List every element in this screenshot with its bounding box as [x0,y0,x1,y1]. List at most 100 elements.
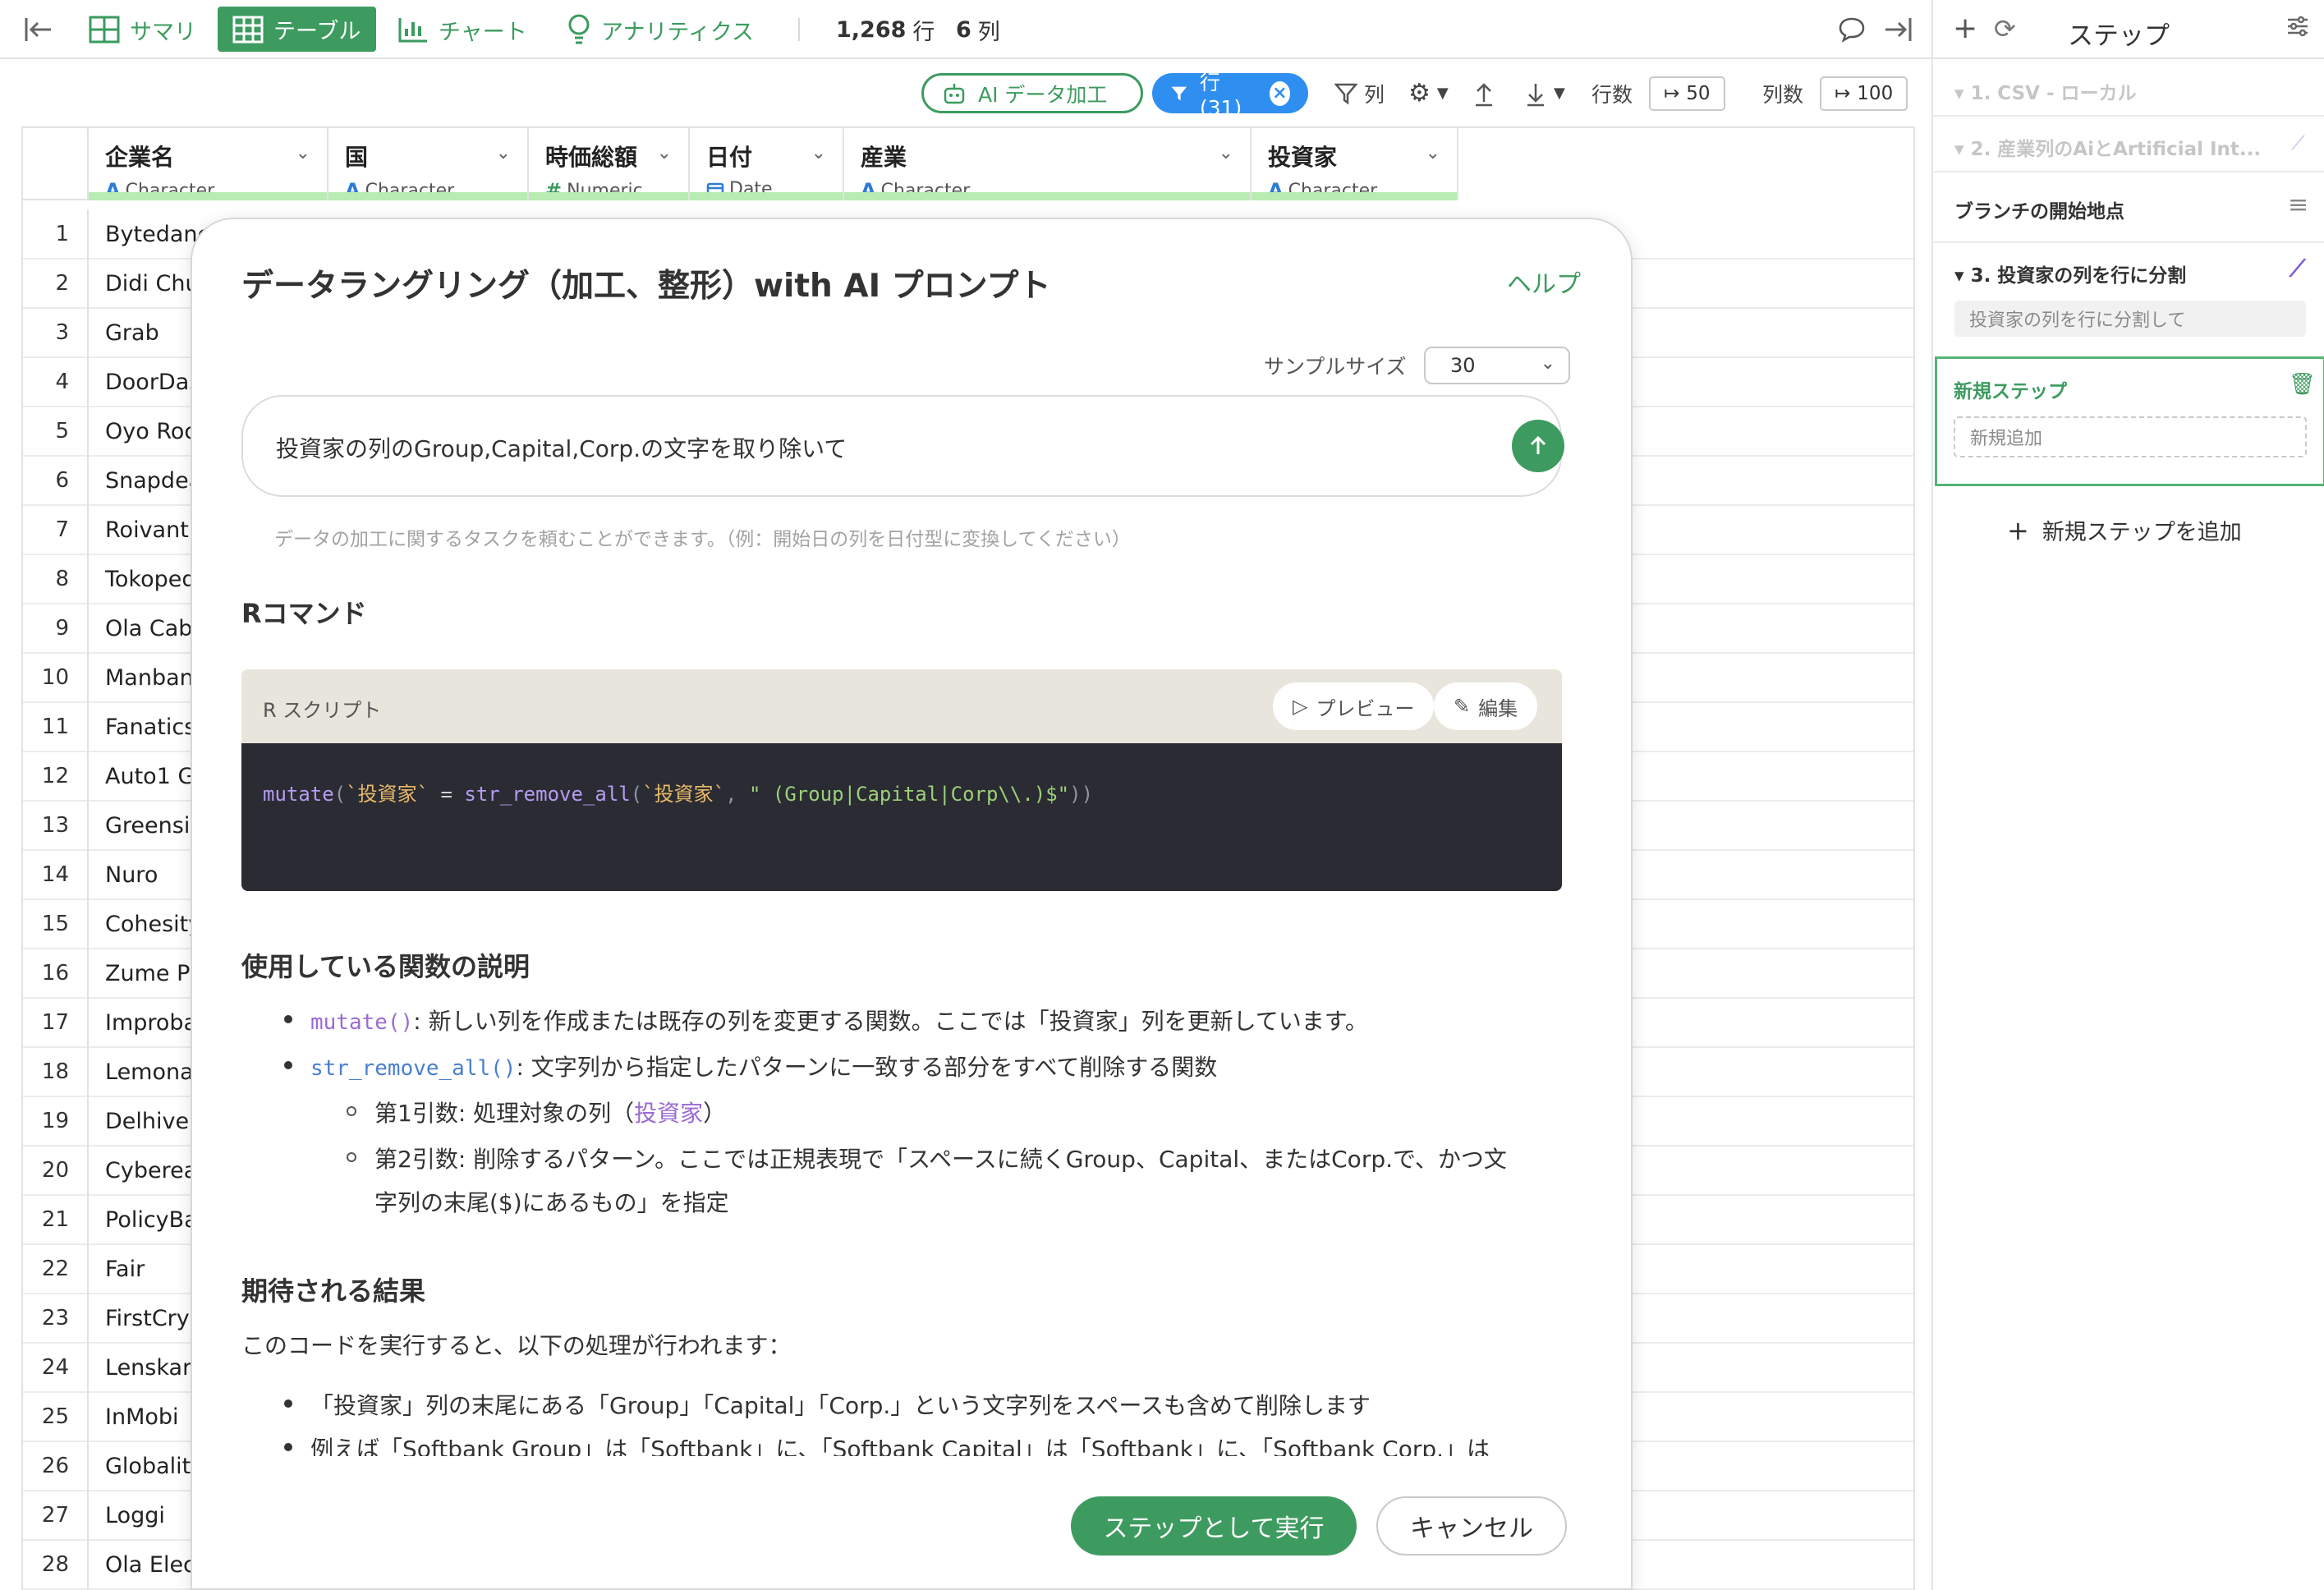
ai-data-wrangling-button[interactable]: AI データ加工 [921,73,1143,113]
help-link[interactable]: ヘルプ [1507,264,1581,300]
result-item-text: 例えば「Softbank Group」は「Softbank」に、「Softban… [310,1436,1490,1456]
upload-icon[interactable] [1472,73,1495,113]
sample-size-select[interactable]: 30 ⌄ [1424,347,1570,384]
row-number: 2 [23,259,89,308]
collapse-right-icon[interactable] [1882,0,1915,59]
run-as-step-button[interactable]: ステップとして実行 [1071,1496,1357,1556]
cell-company[interactable]: Fair [89,1257,145,1282]
code-comma: , [725,783,749,806]
add-icon[interactable]: + [1953,11,1977,45]
code-block[interactable]: mutate(`投資家` = str_remove_all(`投資家`, " (… [241,743,1562,891]
code-fn: str_remove_all [464,783,631,806]
cell-company[interactable]: Tokoped [89,567,196,592]
cell-company[interactable]: PolicyBa [89,1207,198,1233]
chevron-down-icon[interactable]: ⌄ [1426,143,1440,163]
cell-company[interactable]: Didi Chu [89,271,200,296]
menu-icon[interactable]: ≡ [2288,191,2308,219]
new-step-card[interactable]: 新規ステップ 🗑 新規追加 [1935,356,2324,486]
branch-start[interactable]: ブランチの開始地点 ≡ [1933,172,2324,243]
cell-company[interactable]: Globality [89,1454,204,1479]
column-header-company[interactable]: 企業名 A Character ⌄ [89,128,328,202]
download-dropdown[interactable]: ▼ [1524,73,1565,113]
row-number: 13 [23,801,89,850]
cell-company[interactable]: Greensill [89,813,202,839]
collapse-left-icon[interactable] [21,0,54,59]
column-name: 企業名 [105,144,175,171]
cell-company[interactable]: Cyberea [89,1158,197,1183]
cell-company[interactable]: Lenskart [89,1355,200,1381]
str-remove-all-description: : 文字列から指定したパターンに一致する部分をすべて削除する関数 [516,1054,1218,1081]
cell-company[interactable]: Loggi [89,1503,165,1528]
cell-company[interactable]: Grab [89,320,159,346]
magic-wand-icon[interactable]: ⟋ [2290,255,2306,283]
refresh-icon[interactable]: ⟳ [1994,13,2016,44]
step-1[interactable]: ▾ 1. CSV - ローカル [1933,61,2324,117]
step-3[interactable]: ▾ 3. 投資家の列を行に分割 ⟋ 投資家の列を行に分割して [1933,243,2324,356]
cell-company[interactable]: Bytedanc [89,222,209,247]
tab-analytics-label: アナリティクス [601,19,755,45]
cell-company[interactable]: DoorDas [89,370,200,395]
column-header-date[interactable]: 日付 Date ⌄ [690,128,844,200]
comment-icon[interactable] [1838,0,1866,59]
cell-company[interactable]: Ola Elect [89,1552,204,1578]
trash-icon[interactable]: 🗑 [2289,372,2316,397]
column-header-industry[interactable]: 産業 A Character ⌄ [844,128,1252,202]
cell-company[interactable]: Ola Cabs [89,616,204,641]
prompt-hint: データの加工に関するタスクを頼むことができます。（例：開始日の列を日付型に変換し… [274,529,1131,550]
cell-company[interactable]: Oyo Roc [89,419,196,444]
step-2[interactable]: ▾ 2. 産業列のAiとArtificial Int... ⟋ [1933,117,2324,172]
cell-company[interactable]: Cohesity [89,912,201,937]
tab-table[interactable]: テーブル [218,7,376,52]
cell-company[interactable]: Nuro [89,862,158,888]
cell-company[interactable]: InMobi [89,1404,179,1430]
tab-chart-label: チャート [439,19,527,45]
result-item: 例えば「Softbank Group」は「Softbank」に、「Softban… [284,1431,1490,1456]
cell-company[interactable]: FirstCry [89,1306,190,1331]
row-count: 1,268 行 [836,0,935,59]
preview-button[interactable]: ▷ プレビュー [1273,682,1435,730]
chevron-down-icon[interactable]: ⌄ [1219,143,1233,163]
chevron-down-icon: ⌄ [1540,353,1555,374]
ai-prompt-dialog: データラングリング（加工、整形）with AI プロンプト ヘルプ サンプルサイ… [191,218,1633,1590]
add-new-step-button[interactable]: + 新規ステップを追加 [2007,514,2242,546]
magic-wand-icon: ⟋ [2291,131,2305,154]
sliders-icon[interactable] [2285,13,2311,45]
cell-company[interactable]: Snapdea [89,468,202,494]
row-number: 4 [23,357,89,407]
row-number: 25 [23,1392,89,1441]
tab-summary[interactable]: サマリ [74,0,211,59]
prompt-input[interactable]: 投資家の列のGroup,Capital,Corp.の文字を取り除いて [241,395,1564,497]
send-button[interactable] [1512,420,1564,472]
cancel-button[interactable]: キャンセル [1376,1496,1567,1556]
cell-company[interactable]: Auto1 Gr [89,764,204,789]
column-header-investor[interactable]: 投資家 A Character ⌄ [1252,128,1458,202]
edit-button[interactable]: ✎ 編集 [1434,682,1538,730]
rows-limit-input[interactable]: ↦ 50 [1649,76,1725,111]
chevron-down-icon[interactable]: ⌄ [657,143,672,163]
column-filter-label: 列 [1364,82,1385,107]
tab-analytics[interactable]: アナリティクス [552,0,769,59]
row-filter-chip[interactable]: 行 (31) × [1152,71,1308,120]
tab-table-label: テーブル [273,19,361,44]
download-icon [1527,83,1544,106]
chevron-down-icon[interactable]: ⌄ [811,143,826,163]
cell-company[interactable]: Fanatics [89,715,195,740]
cell-company[interactable]: Zume Piz [89,961,207,986]
close-icon[interactable]: × [1269,80,1290,106]
caret-down-icon: ▼ [1436,85,1449,102]
settings-dropdown[interactable]: ⚙ ▼ [1408,73,1449,113]
cols-limit-input[interactable]: ↦ 100 [1820,76,1908,111]
tab-chart[interactable]: チャート [383,0,542,59]
column-header-market-cap[interactable]: 時価総額 # Numeric ⌄ [529,128,690,202]
result-item-text: 「投資家」列の末尾にある「Group」「Capital」「Corp.」という文字… [310,1392,1371,1419]
gear-icon: ⚙ [1408,79,1431,108]
new-step-input[interactable]: 新規追加 [1954,416,2307,457]
row-number: 16 [23,949,89,998]
chevron-down-icon[interactable]: ⌄ [496,143,511,163]
row-number: 3 [23,308,89,357]
column-filter-button[interactable]: 列 [1334,73,1385,113]
chevron-down-icon[interactable]: ⌄ [296,143,310,163]
bullet-dot [284,1399,292,1408]
step-3-description: 投資家の列を行に分割して [1954,301,2306,337]
column-header-country[interactable]: 国 A Character ⌄ [328,128,529,202]
